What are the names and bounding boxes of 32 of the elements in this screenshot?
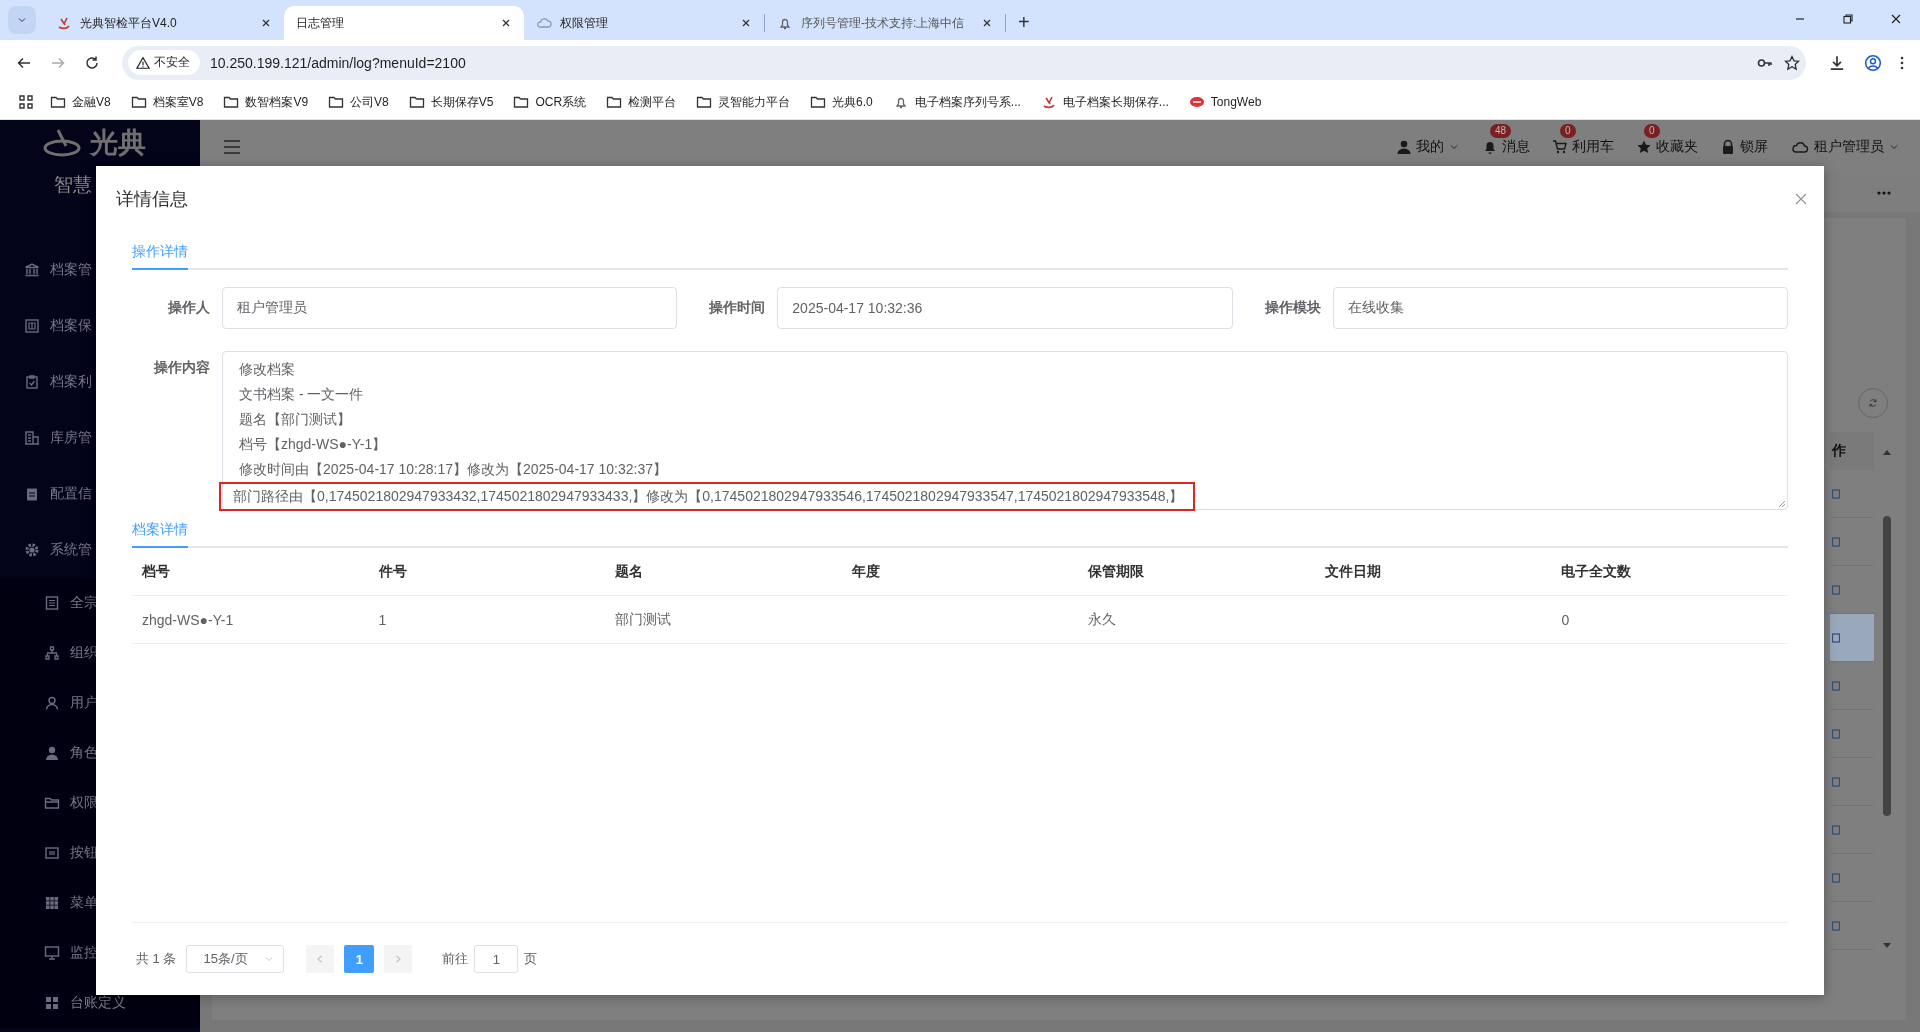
url-text: 10.250.199.121/admin/log?menuId=2100 [210,54,467,71]
table-cell: 0 [1561,611,1570,628]
total-count: 共 1 条 [136,950,177,968]
column-header: 保管期限 [1088,562,1145,579]
dialog-title: 详情信息 [116,188,188,211]
field-label: 操作内容 [153,359,210,377]
column-header: 电子全文数 [1561,562,1632,579]
content-line: 修改时间由【2025-04-17 10:28:17】修改为【2025-04-17 10:32:37】 [238,460,668,479]
page-suffix: 页 [524,950,538,968]
table-cell: 部门测试 [615,610,672,627]
content-line: 修改档案 [238,360,296,379]
table-cell: 永久 [1088,610,1117,627]
column-header: 题名 [615,562,644,579]
column-header: 年度 [851,562,880,579]
field-label: 操作模块 [1263,299,1321,317]
column-header: 档号 [142,562,170,579]
column-header: 作 [1832,442,1846,460]
app-subtitle: 智慧 [54,173,93,197]
column-header: 文件日期 [1324,562,1381,579]
field-label: 操作人 [167,299,210,317]
goto-label: 前往 [442,950,469,968]
count-badge: 48 [1490,124,1512,138]
count-badge: 0 [1560,124,1576,138]
content-line: 题名【部门测试】 [238,410,352,429]
content-line: 文书档案 - 一文一件 [238,385,365,404]
column-header: 件号 [378,562,407,579]
field-label: 操作时间 [708,299,766,317]
count-badge: 0 [1644,124,1660,138]
content-line: 档号【zhgd-WS●-Y-1】 [238,435,388,454]
logo-text: 光典 [90,126,146,160]
table-cell: zhgd-WS●-Y-1 [142,611,234,628]
table-cell: 1 [378,611,387,628]
